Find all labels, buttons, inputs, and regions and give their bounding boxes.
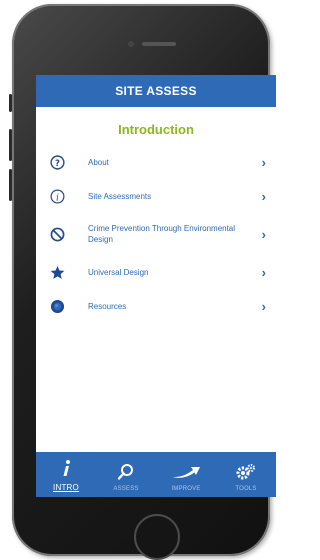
app-screen: SITE ASSESS Introduction ? About › i Sit… (36, 75, 276, 497)
intro-menu: ? About › i Site Assessments › Crime Pre… (36, 145, 276, 323)
search-icon (117, 461, 135, 483)
section-title: Introduction (118, 122, 194, 137)
tab-improve[interactable]: IMPROVE (156, 452, 216, 497)
svg-text:i: i (56, 192, 59, 203)
volume-down-button (9, 169, 12, 201)
tab-bar: INTRO ASSESS IMPROVE TOOLS (36, 452, 276, 497)
app-header: SITE ASSESS (36, 75, 276, 107)
tab-label: INTRO (53, 483, 79, 492)
menu-item-label: About (88, 157, 109, 167)
tab-intro[interactable]: INTRO (36, 452, 96, 497)
mute-switch (9, 94, 12, 112)
tab-assess[interactable]: ASSESS (96, 452, 156, 497)
menu-item-site-assessments[interactable]: i Site Assessments › (36, 179, 276, 213)
tab-label: IMPROVE (171, 486, 201, 492)
star-icon (48, 263, 66, 281)
chevron-right-icon: › (261, 264, 266, 280)
chevron-right-icon: › (261, 154, 266, 170)
arrow-swoosh-icon (171, 461, 201, 483)
info-italic-icon (59, 458, 73, 480)
info-circle-icon: i (48, 187, 66, 205)
menu-item-about[interactable]: ? About › (36, 145, 276, 179)
gears-icon (236, 461, 256, 483)
home-button[interactable] (134, 514, 180, 560)
tab-label: TOOLS (235, 486, 257, 492)
earpiece-speaker (142, 42, 176, 46)
tab-tools[interactable]: TOOLS (216, 452, 276, 497)
app-title: SITE ASSESS (115, 84, 197, 98)
volume-up-button (9, 129, 12, 161)
menu-item-label: Site Assessments (88, 191, 152, 201)
menu-item-resources[interactable]: Resources › (36, 289, 276, 323)
menu-item-label: Universal Design (88, 267, 149, 277)
menu-item-label: Resources (88, 301, 127, 311)
chevron-right-icon: › (261, 188, 266, 204)
menu-item-label: Crime Prevention Through Environmental D… (88, 224, 236, 244)
menu-item-cpted[interactable]: Crime Prevention Through Environmental D… (36, 213, 276, 255)
globe-icon (48, 297, 66, 315)
front-camera (128, 41, 134, 47)
question-circle-icon: ? (48, 153, 66, 171)
chevron-right-icon: › (261, 298, 266, 314)
svg-text:?: ? (55, 157, 60, 167)
menu-item-universal-design[interactable]: Universal Design › (36, 255, 276, 289)
chevron-right-icon: › (261, 226, 266, 242)
prohibited-icon (48, 225, 66, 243)
tab-label: ASSESS (113, 486, 139, 492)
